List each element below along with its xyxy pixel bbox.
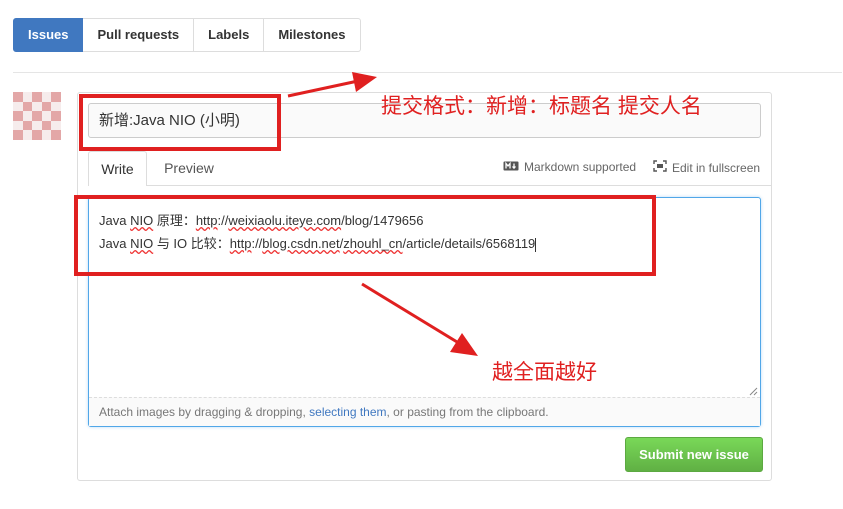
detail-annotation: 越全面越好 — [492, 361, 597, 384]
annotation-arrows — [287, 72, 478, 356]
format-annotation: 提交格式：新增：标题名 提交人名 — [381, 95, 702, 118]
